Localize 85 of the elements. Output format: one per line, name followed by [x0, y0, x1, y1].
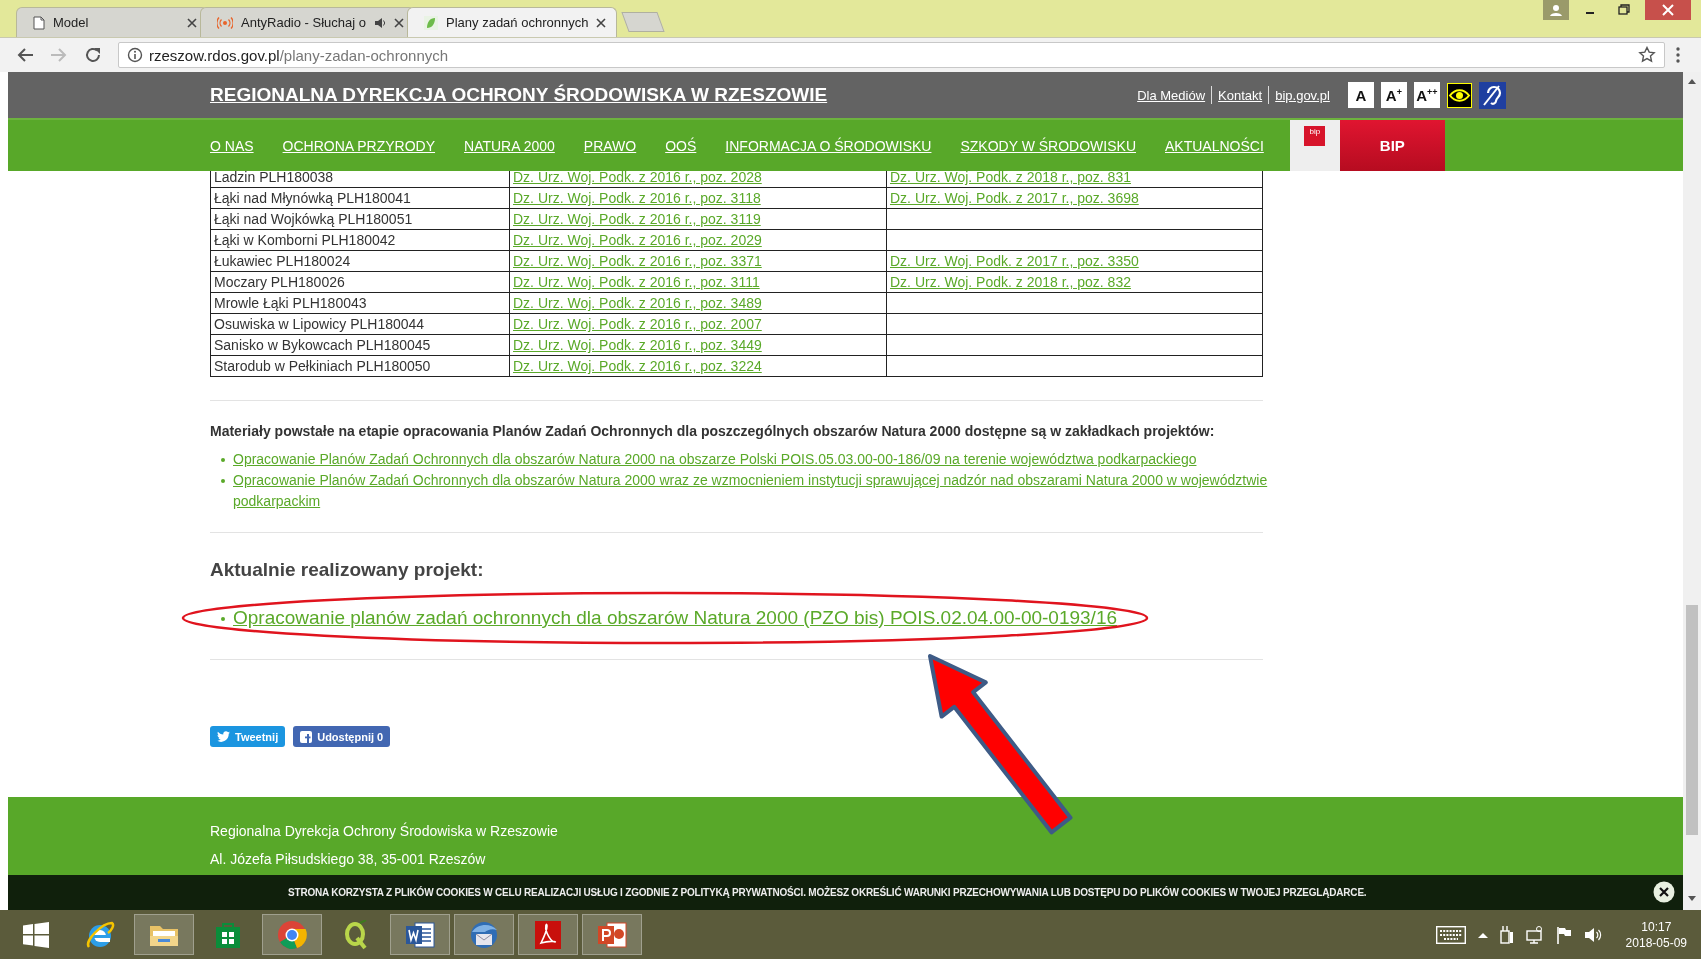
taskbar-app-button[interactable] [518, 914, 578, 955]
bullet-icon [221, 458, 225, 462]
bullet-icon [221, 617, 225, 621]
eye-icon[interactable] [1446, 82, 1472, 108]
header-link[interactable]: Dla Mediów [1137, 87, 1206, 103]
nav-link[interactable]: PRAWO [583, 137, 637, 154]
site-name: Sanisko w Bykowcach PLH180045 [214, 337, 431, 353]
word-document-icon [405, 919, 435, 950]
radio-waves-icon [217, 16, 233, 29]
power-plug-icon[interactable] [1499, 925, 1514, 944]
nav-link[interactable]: SZKODY W ŚRODOWISKU [960, 137, 1136, 154]
slides-document-icon [597, 919, 627, 950]
site-name: Łąki nad Wojkówką PLH180051 [214, 211, 413, 227]
footer-text: Regionalna Dyrekcja Ochrony Środowiska w Rzeszowie [210, 823, 559, 839]
nav-link[interactable]: INFORMACJA O ŚRODOWISKU [725, 137, 932, 154]
info-icon [127, 47, 143, 63]
project-link[interactable]: Opracowanie planów zadań ochronnych dla obszarów Natura 2000 (PZO bis) POIS.02.04.00-00-0193/16 [233, 605, 1118, 631]
scrollbar-thumb[interactable] [1686, 605, 1698, 835]
nav-link[interactable]: NATURA 2000 [464, 137, 555, 154]
scroll-down-icon [1687, 896, 1697, 902]
url-text: rzeszow.rdos.gov.pl/plany-zadan-ochronnych [149, 46, 450, 64]
project-link[interactable]: Opracowanie Planów Zadań Ochronnych dla obszarów Natura 2000 na obszarze Polski POIS.05.03.00-00-186/09 na terenie województwa podkarpackiego [233, 449, 1197, 470]
ear-icon[interactable] [1478, 81, 1506, 109]
windows-logo-icon [23, 921, 49, 948]
footer-text: Al. Józefa Piłsudskiego 38, 35-001 Rzeszów [210, 851, 487, 867]
nav-link[interactable]: OCHRONA PRZYRODY [282, 137, 436, 154]
bip-logo[interactable]: bip [1289, 120, 1340, 171]
pdf-document-icon [534, 919, 562, 950]
site-title-link[interactable]: REGIONALNA DYREKCJA OCHRONY ŚRODOWISKA W RZESZOWIE [210, 84, 828, 106]
taskbar-app-button[interactable] [582, 914, 642, 955]
scrollbar[interactable] [1683, 72, 1701, 910]
project-link[interactable]: Opracowanie Planów Zadań Ochronnych dla obszarów Natura 2000 wraz ze wzmocnieniem instytucji sprawującej nadzór nad obszarami Natura 2000 w województwie podkarpackim [233, 470, 1275, 512]
intro-text: Materiały powstałe na etapie opracowania Planów Zadań Ochronnych dla poszczególnych obszarów Natura 2000 dostępne są w zakładkach projektów: [210, 423, 1216, 439]
site-name: Osuwiska w Lipowicy PLH180044 [214, 316, 425, 332]
bird-envelope-icon [468, 919, 500, 950]
font-size-button[interactable]: A [1347, 82, 1374, 108]
shopping-bag-icon [215, 920, 241, 949]
nav-link[interactable]: O NAS [210, 137, 254, 154]
font-size-button[interactable]: A$^{++}$ [1413, 82, 1440, 108]
taskbar-app-button[interactable] [390, 914, 450, 955]
taskbar-app-button[interactable] [454, 914, 514, 955]
section-heading: Aktualnie realizowany projekt: [210, 559, 485, 581]
monitor-icon[interactable] [1525, 925, 1544, 944]
site-name: Łukawiec PLH180024 [214, 253, 351, 269]
header-link[interactable]: bip.gov.pl [1275, 87, 1330, 103]
caret-up-icon[interactable] [1477, 931, 1488, 938]
site-name: Mrowle Łąki PLH180043 [214, 295, 367, 311]
site-name: Łąki w Komborni PLH180042 [214, 232, 396, 248]
menu-icon[interactable] [1675, 46, 1681, 64]
font-size-button[interactable]: A$^{+}$ [1380, 82, 1407, 108]
bullet-icon [221, 479, 225, 483]
leaf-icon [424, 15, 438, 30]
scroll-up-icon [1687, 78, 1697, 84]
tricolor-circle-icon [277, 919, 307, 950]
nav-link[interactable]: AKTUALNOŚCI [1165, 137, 1264, 154]
clock[interactable]: 10:17 2018-05-09 [1625, 918, 1687, 951]
back-arrow-icon[interactable] [16, 47, 34, 63]
letter-e-globe-icon [85, 920, 115, 949]
site-name: Starodub w Pełkiniach PLH180050 [214, 358, 431, 374]
header-link[interactable]: Kontakt [1218, 87, 1263, 103]
site-name: Moczary PLH180026 [214, 274, 345, 290]
speaker-icon[interactable] [1583, 925, 1602, 944]
close-icon[interactable] [1653, 881, 1675, 903]
document-icon [33, 15, 45, 30]
keyboard-icon[interactable] [1435, 925, 1466, 944]
q-shape-icon [343, 919, 369, 950]
flag-icon[interactable] [1555, 925, 1572, 944]
site-name: Ladzin PLH180038 [214, 169, 334, 185]
address-bar[interactable]: rzeszow.rdos.gov.pl/plany-zadan-ochronnych [118, 42, 1665, 68]
share-button[interactable]: Tweetnij [210, 726, 286, 747]
square-icon [300, 730, 313, 743]
nav-link[interactable]: OOŚ [665, 137, 697, 154]
cookie-text: STRONA KORZYSTA Z PLIKÓW COOKIES W CELU REALIZACJI USŁUG I ZGODNIE Z POLITYKĄ PRYWATNOŚCI. MOŻESZ OKREŚLIĆ WARUNKI PRZECHOWYWANIA LUB DOSTĘPU DO PLIKÓW COOKIES W TWOJEJ PRZEGLĄDARCE. [288, 887, 1367, 898]
site-name: Łąki nad Młynówką PLH180041 [214, 190, 411, 206]
bird-icon [217, 731, 230, 742]
taskbar-app-button[interactable] [134, 914, 194, 955]
browser-tab[interactable]: Plany zadań ochronnych [407, 7, 618, 37]
bip-button[interactable]: BIP [1339, 120, 1445, 171]
star-icon[interactable] [1638, 46, 1656, 64]
reload-icon[interactable] [84, 46, 102, 64]
close-icon[interactable] [596, 17, 607, 28]
user-icon[interactable] [1543, 0, 1569, 20]
share-button[interactable]: Udostępnij 0 [293, 726, 391, 747]
close-icon[interactable] [187, 17, 197, 28]
close-icon[interactable] [394, 17, 404, 28]
